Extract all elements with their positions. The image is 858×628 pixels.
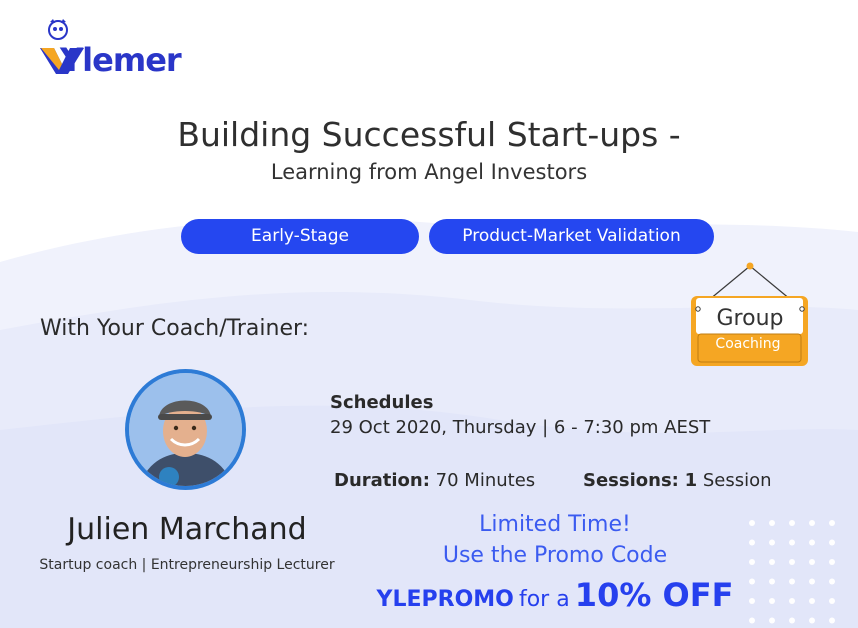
logo-text: Ylemer xyxy=(60,41,182,79)
decor-dot xyxy=(769,617,775,624)
decor-dot xyxy=(829,539,835,546)
sign-group-text: Group xyxy=(716,306,784,331)
tag-early-stage: Early-Stage xyxy=(181,219,419,254)
decor-dot xyxy=(809,617,815,624)
decor-dot xyxy=(749,598,755,604)
coach-photo xyxy=(129,373,242,486)
schedule-value: 29 Oct 2020, Thursday | 6 - 7:30 pm AEST xyxy=(330,417,711,438)
promo-banner: Ylemer Building Successful Start-ups - L… xyxy=(0,0,858,628)
decor-dot xyxy=(769,598,775,604)
promo-for-a: for a xyxy=(518,587,570,612)
decor-dot xyxy=(809,520,815,526)
coach-name: Julien Marchand xyxy=(67,512,307,547)
decor-dot xyxy=(789,539,795,546)
decor-dot xyxy=(789,578,795,585)
decor-dot xyxy=(809,578,815,585)
decor-dot xyxy=(789,559,795,565)
promo-discount: 10% OFF xyxy=(574,576,734,614)
group-coaching-sign: Group Coaching xyxy=(690,262,810,368)
schedule-label: Schedules xyxy=(330,392,434,413)
course-title: Building Successful Start-ups - xyxy=(177,115,681,154)
decor-dot xyxy=(749,539,755,546)
decor-dot xyxy=(769,559,775,565)
coach-avatar xyxy=(125,369,246,490)
decor-dot xyxy=(829,520,835,526)
decor-dot xyxy=(809,539,815,546)
decor-dot xyxy=(769,520,775,526)
decor-dot xyxy=(829,598,835,604)
decor-dot xyxy=(769,578,775,585)
decor-dot xyxy=(789,598,795,604)
decor-dot xyxy=(829,617,835,624)
sessions-count: 1 xyxy=(684,470,698,491)
decor-dot xyxy=(789,617,795,624)
duration-label: Duration: xyxy=(334,470,430,491)
promo-offer: YLEPROMO for a 10% OFF xyxy=(340,576,770,614)
decor-dot xyxy=(749,617,755,624)
sessions-info: Sessions: 1 Session xyxy=(583,470,772,491)
ylemer-logo: Ylemer xyxy=(40,18,182,79)
decor-dot xyxy=(749,520,755,526)
course-subtitle: Learning from Angel Investors xyxy=(270,160,588,184)
coach-role: Startup coach | Entrepreneurship Lecture… xyxy=(39,557,335,573)
promo-limited-time: Limited Time! xyxy=(479,512,631,537)
decor-dot xyxy=(809,598,815,604)
decor-dot xyxy=(829,559,835,565)
sign-coaching-text: Coaching xyxy=(715,336,781,352)
duration-value: 70 Minutes xyxy=(435,470,536,491)
decor-dot xyxy=(829,578,835,585)
coach-heading: With Your Coach/Trainer: xyxy=(40,316,310,341)
promo-code: YLEPROMO xyxy=(376,587,514,612)
dot-grid-decoration xyxy=(749,520,835,624)
decor-dot xyxy=(809,559,815,565)
decor-dot xyxy=(749,559,755,565)
promo-use-code: Use the Promo Code xyxy=(442,543,668,568)
decor-dot xyxy=(769,539,775,546)
decor-dot xyxy=(789,520,795,526)
sessions-label: Sessions: xyxy=(583,470,679,491)
decor-dot xyxy=(749,578,755,585)
duration-info: Duration: 70 Minutes xyxy=(334,470,535,491)
tag-product-market-validation: Product-Market Validation xyxy=(429,219,714,254)
sessions-unit: Session xyxy=(702,470,772,491)
